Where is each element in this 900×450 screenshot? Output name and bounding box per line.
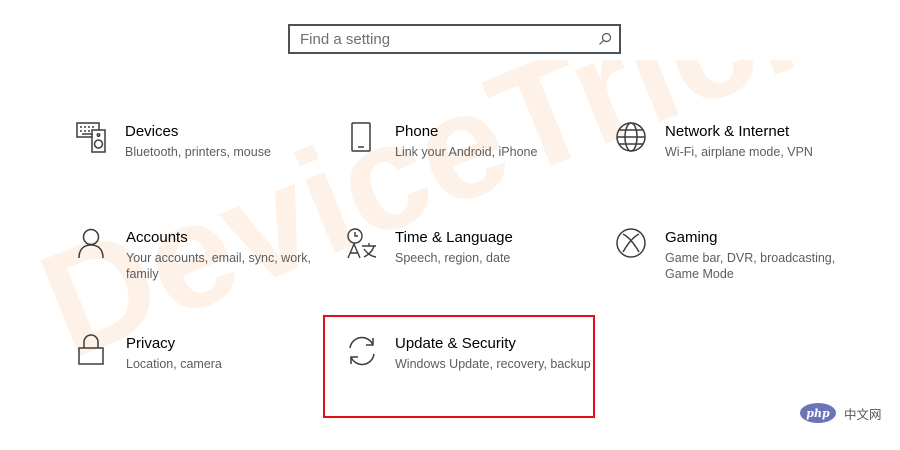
- php-logo: php: [800, 403, 836, 423]
- settings-tile-gaming[interactable]: Gaming Game bar, DVR, broadcasting, Game…: [616, 228, 871, 308]
- settings-tile-phone[interactable]: Phone Link your Android, iPhone: [346, 122, 601, 202]
- devices-icon: [76, 122, 108, 156]
- tile-description: Bluetooth, printers, mouse: [125, 145, 271, 159]
- xbox-icon: [616, 228, 648, 262]
- tile-description: Windows Update, recovery, backup: [395, 357, 591, 371]
- lock-icon: [77, 334, 109, 368]
- phone-icon: [346, 122, 378, 156]
- settings-tile-time-language[interactable]: Time & Language Speech, region, date: [346, 228, 601, 308]
- globe-icon: [616, 122, 648, 156]
- tile-description: Link your Android, iPhone: [395, 145, 538, 159]
- settings-tile-accounts[interactable]: Accounts Your accounts, email, sync, wor…: [77, 228, 332, 308]
- search-box[interactable]: [288, 24, 621, 54]
- php-cn-badge: php 中文网: [800, 403, 882, 423]
- tile-title: Phone: [395, 123, 439, 140]
- time-language-icon: [346, 228, 378, 262]
- tile-description: Location, camera: [126, 357, 222, 371]
- tile-title: Gaming: [665, 229, 718, 246]
- tile-title: Network & Internet: [665, 123, 790, 140]
- tile-description: Wi-Fi, airplane mode, VPN: [665, 145, 813, 159]
- tile-title: Accounts: [126, 229, 188, 246]
- tile-title: Devices: [125, 123, 179, 140]
- settings-tile-devices[interactable]: Devices Bluetooth, printers, mouse: [76, 122, 331, 202]
- tile-title: Privacy: [126, 335, 176, 352]
- search-icon[interactable]: [591, 26, 619, 52]
- settings-tile-privacy[interactable]: Privacy Location, camera: [77, 334, 332, 414]
- settings-tile-update-security[interactable]: Update & Security Windows Update, recove…: [346, 334, 601, 414]
- tile-description: Your accounts, email, sync, work, family: [126, 251, 312, 281]
- tile-title: Update & Security: [395, 335, 516, 352]
- tile-description: Game bar, DVR, broadcasting, Game Mode: [665, 251, 836, 281]
- sync-icon: [346, 334, 378, 368]
- php-site-label: 中文网: [844, 406, 882, 422]
- person-icon: [77, 228, 109, 262]
- settings-tile-network-internet[interactable]: Network & Internet Wi-Fi, airplane mode,…: [616, 122, 871, 202]
- search-input[interactable]: [290, 26, 591, 52]
- tile-title: Time & Language: [395, 229, 513, 246]
- tile-description: Speech, region, date: [395, 251, 511, 265]
